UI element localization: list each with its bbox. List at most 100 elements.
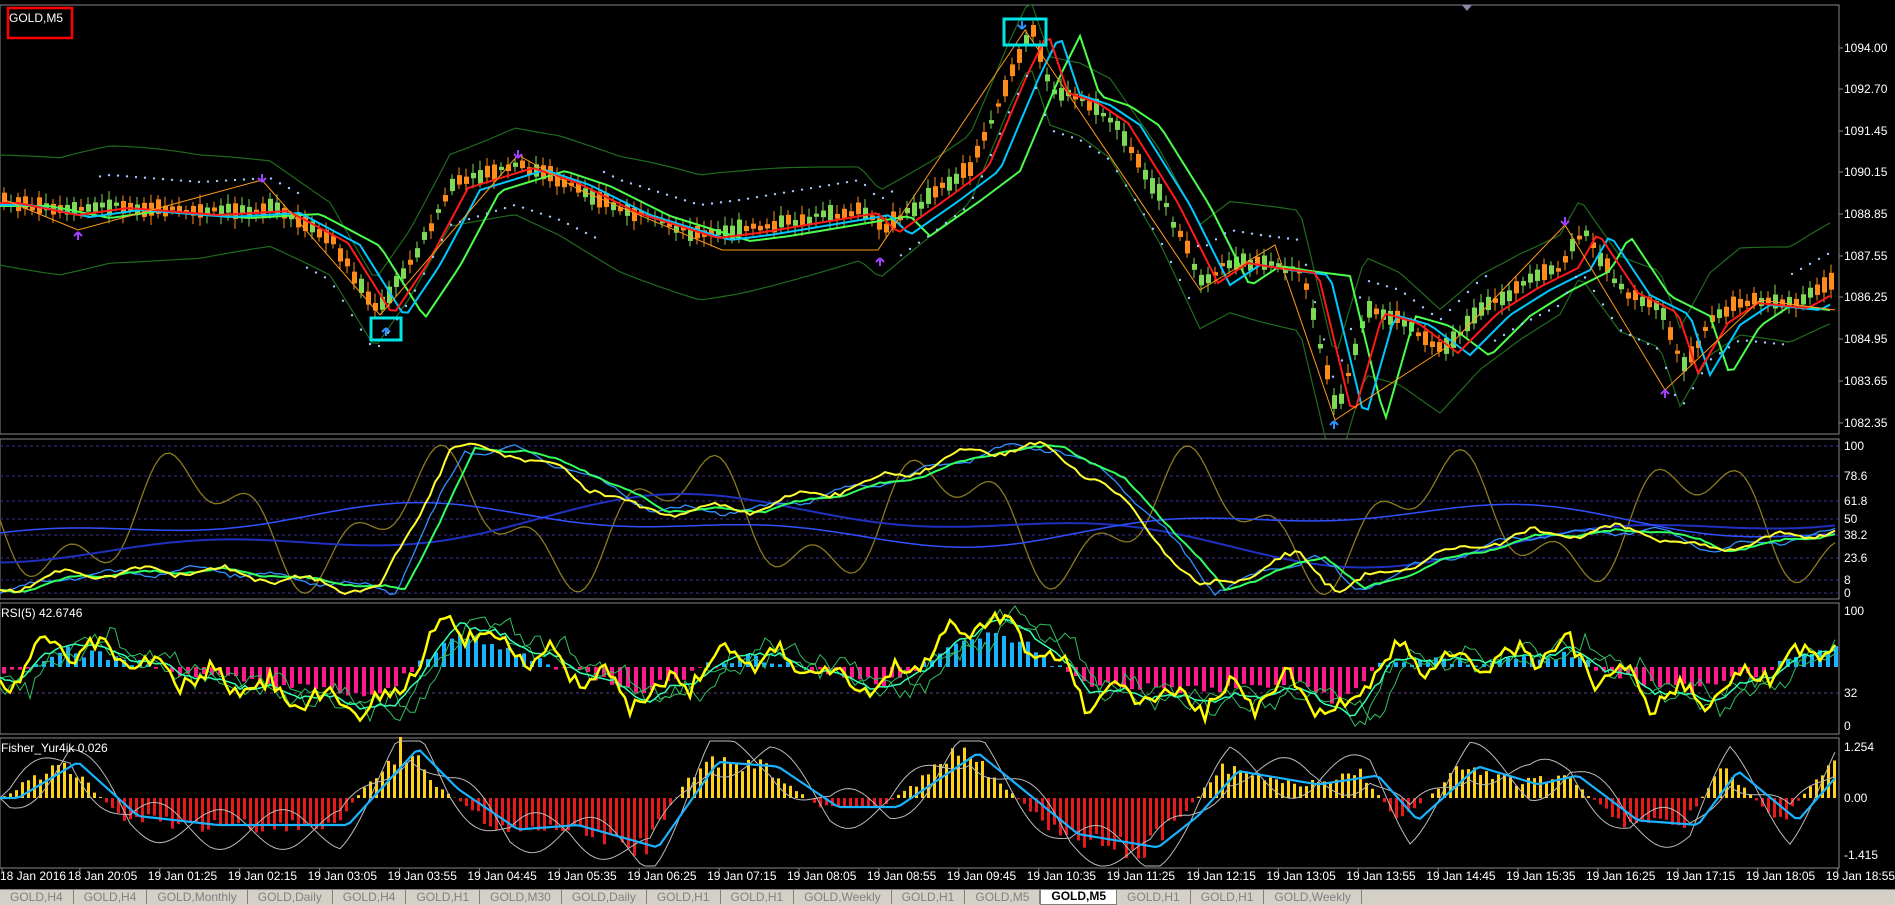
symbol-label: GOLD,M5 xyxy=(9,11,63,25)
chart-tab[interactable]: GOLD,Daily xyxy=(562,890,647,904)
fisher-histogram-bar xyxy=(27,780,30,798)
rsi-histogram-bar xyxy=(698,667,702,668)
fisher-histogram-bar xyxy=(1041,798,1044,821)
trading-chart[interactable]: GOLD,M5 RSI(5) 42.6746 Fisher_Yur4ik 0.0… xyxy=(0,0,1895,889)
candle-body xyxy=(961,163,966,178)
chart-tab[interactable]: GOLD,H1 xyxy=(406,890,480,904)
candle-body xyxy=(464,177,469,184)
fisher-histogram-bar xyxy=(165,798,168,817)
fisher-histogram-bar xyxy=(1593,798,1596,800)
fisher-histogram-bar xyxy=(921,775,924,798)
candle-body xyxy=(1262,256,1267,270)
candle-body xyxy=(1003,80,1008,96)
rsi-histogram-bar xyxy=(1050,666,1054,667)
psar-dot xyxy=(855,179,857,181)
rsi-histogram-bar xyxy=(314,667,318,689)
psar-dot xyxy=(432,256,434,258)
chart-tab[interactable]: GOLD,H1 xyxy=(721,890,795,904)
chart-tab[interactable]: GOLD,H1 xyxy=(1191,890,1265,904)
psar-dot xyxy=(360,328,362,330)
fisher-histogram-bar xyxy=(1647,798,1650,823)
rsi-histogram-bar xyxy=(1042,656,1046,667)
fisher-histogram-bar xyxy=(105,798,108,802)
candle-body xyxy=(779,215,784,227)
candle-body xyxy=(268,199,273,212)
fisher-histogram-bar xyxy=(1797,798,1800,801)
psar-dot xyxy=(711,202,713,204)
fisher-histogram-bar xyxy=(585,798,588,836)
candle-body xyxy=(345,258,350,266)
fisher-histogram-bar xyxy=(261,798,264,831)
rsi-histogram-bar xyxy=(98,651,102,667)
fisher-histogram-bar xyxy=(1659,798,1662,819)
fisher-histogram-bar xyxy=(183,798,186,820)
time-tick-label: 19 Jan 05:35 xyxy=(547,869,617,883)
fisher-histogram-bar xyxy=(75,777,78,798)
fisher-histogram-bar xyxy=(141,798,144,822)
fisher-panel[interactable]: Fisher_Yur4ik 0.026 xyxy=(0,737,1839,868)
rsi-tick-label: 0 xyxy=(1844,719,1851,733)
psar-dot xyxy=(1656,347,1658,349)
chart-tab[interactable]: GOLD,M5 xyxy=(1040,889,1117,905)
fisher-histogram-bar xyxy=(1569,778,1572,798)
chart-tab[interactable]: GOLD,Weekly xyxy=(1264,890,1361,904)
chart-tab[interactable]: GOLD,H1 xyxy=(1117,890,1191,904)
candle-body xyxy=(1668,327,1673,340)
rsi-histogram-bar xyxy=(1274,667,1278,685)
stochastic-tick-label: 100 xyxy=(1844,439,1864,453)
fisher-histogram-bar xyxy=(1587,796,1590,798)
psar-dot xyxy=(333,285,335,287)
psar-dot xyxy=(675,196,677,198)
time-tick-label: 19 Jan 06:25 xyxy=(627,869,697,883)
chart-tab[interactable]: GOLD,M5 xyxy=(965,890,1040,904)
psar-dot xyxy=(1809,263,1811,265)
rsi-panel[interactable]: RSI(5) 42.6746 xyxy=(0,603,1839,734)
rsi-histogram-bar xyxy=(18,667,22,670)
rsi-histogram-bar xyxy=(1722,667,1726,681)
rsi-histogram-bar xyxy=(1098,667,1102,685)
chart-tab[interactable]: GOLD,Weekly xyxy=(794,890,891,904)
chart-tab[interactable]: GOLD,Daily xyxy=(248,890,333,904)
fisher-histogram-bar xyxy=(1755,798,1758,800)
psar-dot xyxy=(702,203,704,205)
psar-dot xyxy=(216,180,218,182)
candle-body xyxy=(1108,118,1113,123)
rsi-histogram-bar xyxy=(1034,652,1038,667)
time-tick-label: 18 Jan 20:05 xyxy=(68,869,138,883)
fisher-histogram-bar xyxy=(1113,798,1116,850)
psar-dot xyxy=(1161,243,1163,245)
psar-dot xyxy=(1557,305,1559,307)
time-tick-label: 19 Jan 08:05 xyxy=(787,869,857,883)
chart-tab[interactable]: GOLD,H4 xyxy=(74,890,148,904)
rsi-label: RSI(5) 42.6746 xyxy=(1,606,83,620)
chart-tab[interactable]: GOLD,H4 xyxy=(333,890,407,904)
chart-tab[interactable]: GOLD,H1 xyxy=(647,890,721,904)
rsi-histogram-bar xyxy=(1698,667,1702,686)
psar-dot xyxy=(1404,293,1406,295)
candle-body xyxy=(765,224,770,228)
chart-tab[interactable]: GOLD,H1 xyxy=(892,890,966,904)
psar-dot xyxy=(1440,318,1442,320)
psar-dot xyxy=(540,212,542,214)
candle-body xyxy=(1542,264,1547,280)
price-panel[interactable]: GOLD,M5 xyxy=(0,4,1839,468)
candle-body xyxy=(79,207,84,211)
fisher-histogram-bar xyxy=(1197,797,1200,798)
fisher-histogram-bar xyxy=(393,765,396,798)
candle-body xyxy=(1332,395,1337,409)
rsi-histogram-bar xyxy=(1258,667,1262,685)
stochastic-panel[interactable] xyxy=(0,439,1839,599)
fisher-histogram-bar xyxy=(957,756,960,798)
fisher-histogram-bar xyxy=(1605,798,1608,809)
psar-dot xyxy=(1566,292,1568,294)
candle-body xyxy=(1339,394,1344,404)
chart-tab[interactable]: GOLD,Monthly xyxy=(147,890,247,904)
psar-dot xyxy=(1629,334,1631,336)
psar-dot xyxy=(1170,261,1172,263)
psar-dot xyxy=(1458,300,1460,302)
rsi-histogram-bar xyxy=(1394,662,1398,667)
chart-tab[interactable]: GOLD,M30 xyxy=(480,890,562,904)
rsi-histogram-bar xyxy=(1714,667,1718,684)
chart-tab[interactable]: GOLD,H4 xyxy=(0,890,74,904)
psar-dot xyxy=(684,199,686,201)
